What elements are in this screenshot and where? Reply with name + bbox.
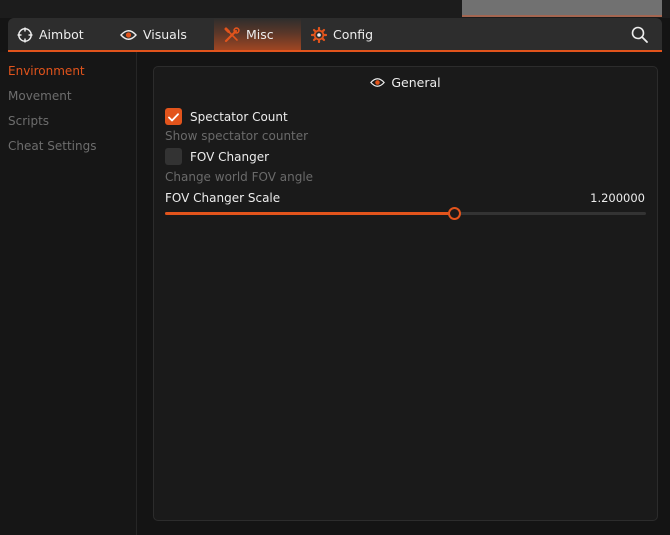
sidebar-item-cheat-settings[interactable]: Cheat Settings: [8, 139, 96, 153]
fov-scale-label: FOV Changer Scale: [165, 191, 281, 205]
tab-misc-label: Misc: [246, 27, 274, 42]
fov-changer-toggle[interactable]: FOV Changer: [165, 148, 269, 165]
panel-title: General: [391, 74, 441, 90]
checkmark-icon: [168, 107, 179, 126]
tab-aimbot-label: Aimbot: [39, 27, 84, 42]
tab-config[interactable]: Config: [310, 18, 373, 51]
fov-scale-value: 1.200000: [590, 191, 645, 205]
search-icon: [630, 26, 650, 49]
fov-changer-checkbox[interactable]: [165, 148, 182, 165]
slider-thumb[interactable]: [447, 207, 461, 220]
fov-changer-description: Change world FOV angle: [165, 170, 314, 184]
wrench-icon: [223, 26, 240, 43]
eye-icon: [120, 26, 137, 43]
tab-config-label: Config: [333, 27, 374, 42]
general-panel: General Spectator Count Show spectator c…: [153, 66, 658, 521]
background-window-accent: [462, 15, 662, 17]
slider-fill: [165, 212, 454, 215]
crosshair-icon: [16, 26, 33, 43]
tab-aimbot[interactable]: Aimbot: [16, 18, 84, 51]
sidebar-item-movement[interactable]: Movement: [8, 89, 72, 103]
spectator-count-checkbox[interactable]: [165, 108, 182, 125]
spectator-count-toggle[interactable]: Spectator Count: [165, 108, 288, 125]
spectator-count-description: Show spectator counter: [165, 129, 309, 143]
gear-icon: [310, 26, 327, 43]
search-button[interactable]: [630, 25, 650, 45]
background-window: [0, 0, 670, 18]
sidebar-item-environment[interactable]: Environment: [8, 64, 85, 78]
sidebar: Environment Movement Scripts Cheat Setti…: [0, 52, 137, 535]
tab-bar: Aimbot Visuals Misc Config: [8, 18, 662, 51]
tab-visuals[interactable]: Visuals: [120, 18, 187, 51]
tab-misc[interactable]: Misc: [214, 18, 301, 51]
tab-visuals-label: Visuals: [143, 27, 187, 42]
fov-changer-label: FOV Changer: [190, 149, 270, 164]
fov-scale-slider[interactable]: [165, 207, 646, 221]
sidebar-item-scripts[interactable]: Scripts: [8, 114, 49, 128]
spectator-count-label: Spectator Count: [190, 109, 288, 124]
panel-header: General: [154, 67, 657, 97]
eye-icon: [370, 77, 386, 88]
